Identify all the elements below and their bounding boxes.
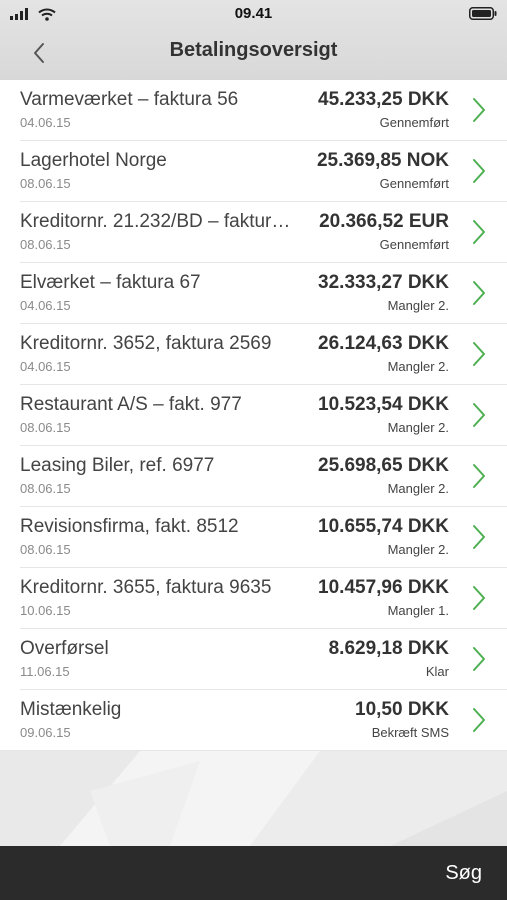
- battery-icon: [469, 7, 497, 20]
- payment-amount: 10.523,54 DKK: [318, 394, 449, 415]
- payment-status: Mangler 2.: [387, 359, 449, 374]
- chevron-right-icon[interactable]: [471, 646, 487, 672]
- payment-name: Revisionsfirma, fakt. 8512: [20, 516, 239, 537]
- payment-name: Varmeværket – faktura 56: [20, 89, 239, 110]
- payment-name: Lagerhotel Norge: [20, 150, 167, 171]
- payment-amount: 45.233,25 DKK: [318, 89, 449, 110]
- chevron-right-icon[interactable]: [471, 707, 487, 733]
- payment-amount: 10,50 DKK: [355, 699, 449, 720]
- payment-row[interactable]: Varmeværket – faktura 56 04.06.15 45.233,2…: [0, 80, 507, 141]
- payment-amount: 26.124,63 DKK: [318, 333, 449, 354]
- payment-name: Overførsel: [20, 638, 109, 659]
- payment-amount: 10.655,74 DKK: [318, 516, 449, 537]
- payment-date: 09.06.15: [20, 725, 71, 740]
- bottom-toolbar: Søg: [0, 846, 507, 900]
- payment-date: 08.06.15: [20, 176, 71, 191]
- decorative-background: [0, 751, 507, 846]
- payment-row[interactable]: Kreditornr. 3655, faktura 9635 10.06.15 10…: [0, 568, 507, 629]
- payment-date: 08.06.15: [20, 542, 71, 557]
- payment-name: Elværket – faktura 67: [20, 272, 201, 293]
- payment-list: Varmeværket – faktura 56 04.06.15 45.233,2…: [0, 80, 507, 751]
- chevron-right-icon[interactable]: [471, 158, 487, 184]
- payment-name: Leasing Biler, ref. 6977: [20, 455, 215, 476]
- nav-header: 09.41 Betalingsoversigt: [0, 0, 507, 80]
- payment-name: Restaurant A/S – fakt. 977: [20, 394, 242, 415]
- chevron-right-icon[interactable]: [471, 585, 487, 611]
- payment-row[interactable]: Leasing Biler, ref. 6977 08.06.15 25.698,6…: [0, 446, 507, 507]
- payment-name: Kreditornr. 3652, faktura 2569: [20, 333, 272, 354]
- payment-name: Kreditornr. 21.232/BD – fakturanr. 4511: [20, 211, 295, 232]
- payment-date: 08.06.15: [20, 420, 71, 435]
- payment-status: Mangler 2.: [387, 542, 449, 557]
- payment-amount: 10.457,96 DKK: [318, 577, 449, 598]
- payment-status: Mangler 2.: [387, 298, 449, 313]
- payment-row[interactable]: Lagerhotel Norge 08.06.15 25.369,85 NOK Gen…: [0, 141, 507, 202]
- payment-amount: 32.333,27 DKK: [318, 272, 449, 293]
- geometric-pattern: [0, 751, 507, 846]
- payment-row[interactable]: Mistænkelig 09.06.15 10,50 DKK Bekræft SMS: [0, 690, 507, 751]
- payment-status: Gennemført: [379, 237, 449, 252]
- payment-row[interactable]: Restaurant A/S – fakt. 977 08.06.15 10.523…: [0, 385, 507, 446]
- payment-row[interactable]: Elværket – faktura 67 04.06.15 32.333,27 D…: [0, 263, 507, 324]
- chevron-right-icon[interactable]: [471, 280, 487, 306]
- payment-amount: 8.629,18 DKK: [328, 638, 449, 659]
- payment-name: Mistænkelig: [20, 699, 122, 720]
- payment-date: 08.06.15: [20, 237, 71, 252]
- payment-date: 08.06.15: [20, 481, 71, 496]
- payment-status: Mangler 2.: [387, 481, 449, 496]
- search-button[interactable]: Søg: [445, 862, 482, 885]
- payment-date: 10.06.15: [20, 603, 71, 618]
- payment-status: Bekræft SMS: [371, 725, 449, 740]
- payment-status: Klar: [425, 664, 449, 679]
- page-title: Betalingsoversigt: [169, 39, 338, 61]
- payment-date: 11.06.15: [20, 664, 70, 679]
- payment-row[interactable]: Kreditornr. 21.232/BD – fakturanr. 4511 0…: [0, 202, 507, 263]
- payment-amount: 25.369,85 NOK: [316, 150, 449, 171]
- payment-date: 04.06.15: [20, 115, 71, 130]
- payment-date: 04.06.15: [20, 359, 71, 374]
- chevron-right-icon[interactable]: [471, 97, 487, 123]
- chevron-right-icon[interactable]: [471, 402, 487, 428]
- chevron-right-icon[interactable]: [471, 219, 487, 245]
- payment-row[interactable]: Overførsel 11.06.15 8.629,18 DKK Klar: [0, 629, 507, 690]
- payment-row[interactable]: Revisionsfirma, fakt. 8512 08.06.15 10.655…: [0, 507, 507, 568]
- payment-amount: 25.698,65 DKK: [318, 455, 449, 476]
- payment-status: Mangler 1.: [387, 603, 449, 618]
- payment-status: Gennemført: [379, 115, 449, 130]
- payment-status: Mangler 2.: [387, 420, 449, 435]
- chevron-right-icon[interactable]: [471, 463, 487, 489]
- payment-date: 04.06.15: [20, 298, 71, 313]
- status-bar: 09.41: [0, 0, 507, 28]
- payment-amount: 20.366,52 EUR: [319, 211, 449, 232]
- payment-status: Gennemført: [379, 176, 449, 191]
- payment-name: Kreditornr. 3655, faktura 9635: [20, 577, 272, 598]
- payment-row[interactable]: Kreditornr. 3652, faktura 2569 04.06.15 26…: [0, 324, 507, 385]
- status-time: 09.41: [234, 5, 273, 22]
- chevron-right-icon[interactable]: [471, 524, 487, 550]
- chevron-right-icon[interactable]: [471, 341, 487, 367]
